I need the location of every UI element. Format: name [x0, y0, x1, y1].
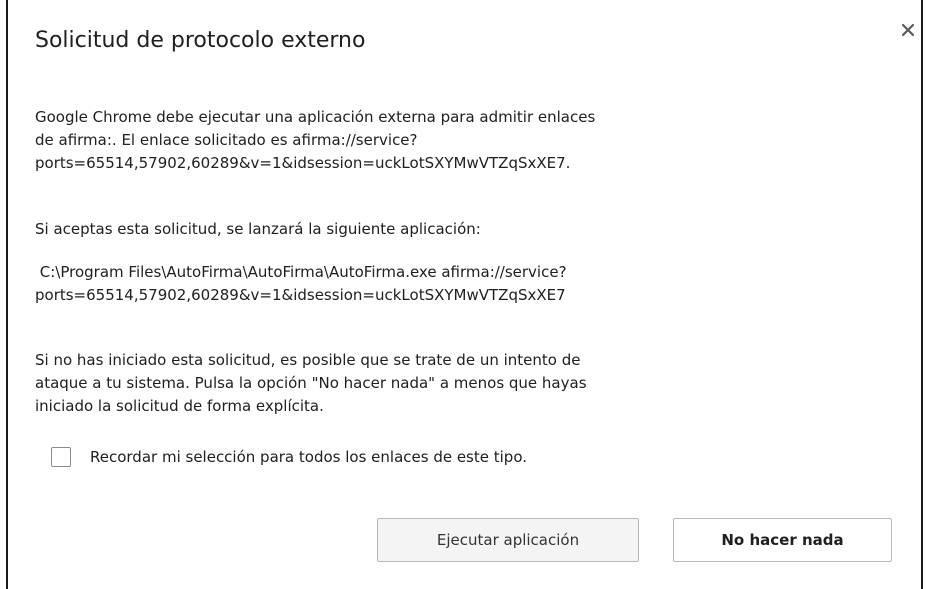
warning-line: iniciado la solicitud de forma explícita…	[35, 397, 324, 415]
command-paragraph: C:\Program Files\AutoFirma\AutoFirma\Aut…	[35, 261, 885, 307]
remember-selection-option[interactable]: Recordar mi selección para todos los enl…	[51, 447, 527, 467]
do-nothing-button[interactable]: No hacer nada	[673, 518, 892, 562]
run-application-button[interactable]: Ejecutar aplicación	[377, 518, 639, 562]
close-button[interactable]	[896, 18, 920, 42]
intro-line: ports=65514,57902,60289&v=1&idsession=uc…	[35, 154, 571, 172]
remember-checkbox[interactable]	[51, 447, 71, 467]
dialog-left-border	[6, 0, 8, 589]
close-icon	[901, 23, 915, 37]
intro-line: de afirma:. El enlace solicitado es afir…	[35, 131, 418, 149]
intro-paragraph: Google Chrome debe ejecutar una aplicaci…	[35, 106, 885, 175]
external-protocol-dialog: Solicitud de protocolo externo Google Ch…	[0, 0, 930, 589]
accept-text: Si aceptas esta solicitud, se lanzará la…	[35, 220, 481, 238]
warning-line: Si no has iniciado esta solicitud, es po…	[35, 351, 581, 369]
warning-line: ataque a tu sistema. Pulsa la opción "No…	[35, 374, 587, 392]
remember-label: Recordar mi selección para todos los enl…	[90, 448, 528, 466]
command-line: ports=65514,57902,60289&v=1&idsession=uc…	[35, 286, 566, 304]
warning-paragraph: Si no has iniciado esta solicitud, es po…	[35, 349, 885, 418]
command-line: C:\Program Files\AutoFirma\AutoFirma\Aut…	[35, 263, 567, 281]
accept-paragraph: Si aceptas esta solicitud, se lanzará la…	[35, 218, 885, 241]
dialog-title: Solicitud de protocolo externo	[35, 28, 366, 53]
dialog-right-border	[921, 0, 923, 589]
intro-line: Google Chrome debe ejecutar una aplicaci…	[35, 108, 596, 126]
